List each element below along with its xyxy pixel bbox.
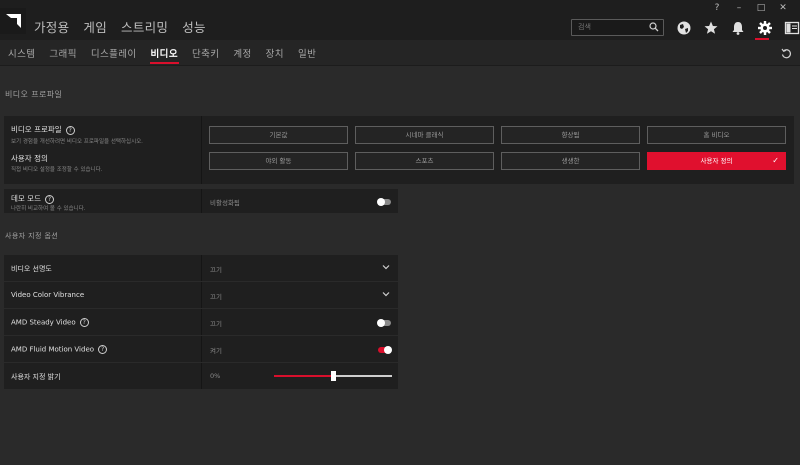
tab-video[interactable]: 비디오 — [149, 46, 180, 64]
row-divider — [201, 363, 202, 389]
gear-icon[interactable] — [757, 20, 773, 36]
search-input[interactable] — [578, 23, 648, 31]
setting-row-color-vibrance: Video Color Vibrance 끄기 — [4, 282, 398, 308]
setting-row-video-sharpness: 비디오 선명도 끄기 — [4, 255, 398, 281]
tab-display[interactable]: 디스플레이 — [91, 46, 137, 60]
row-divider — [201, 282, 202, 308]
setting-name-with-help: AMD Steady Video? — [11, 318, 89, 327]
fluid-motion-toggle[interactable] — [378, 346, 392, 354]
custom-profile-description: 직접 비디오 설정을 조정할 수 있습니다. — [11, 167, 103, 173]
demo-mode-description: 나란히 비교하여 볼 수 있습니다. — [11, 206, 86, 212]
brightness-slider[interactable] — [274, 371, 392, 381]
row-divider — [201, 255, 202, 281]
tab-account[interactable]: 계정 — [233, 46, 251, 60]
nav-streaming[interactable]: 스트리밍 — [121, 17, 168, 36]
tab-devices[interactable]: 장치 — [266, 46, 284, 60]
nav-performance[interactable]: 성능 — [182, 17, 206, 36]
setting-name-with-help: AMD Fluid Motion Video? — [11, 345, 108, 354]
setting-name: 사용자 지정 밝기 — [11, 373, 61, 381]
maximize-button[interactable]: □ — [750, 2, 772, 14]
preset-home-video-button[interactable]: 홈 비디오 — [647, 126, 786, 144]
close-button[interactable]: ✕ — [772, 2, 794, 14]
main-nav: 가정용 게임 스트리밍 성능 — [34, 17, 220, 36]
window-controls: ? – □ ✕ — [706, 2, 794, 14]
toggle-knob — [377, 319, 385, 327]
row-divider — [201, 309, 202, 335]
video-profile-panel: 비디오 프로파일? 보기 경험을 개선하려면 비디오 프로파일을 선택하십시오.… — [4, 116, 794, 184]
checkmark-icon: ✓ — [772, 156, 779, 165]
search-box[interactable] — [571, 19, 664, 36]
setting-value: 0% — [210, 372, 221, 380]
slider-fill — [274, 375, 333, 377]
custom-profile-label: 사용자 정의 — [11, 154, 48, 163]
reset-icon[interactable] — [781, 48, 792, 59]
settings-subnav: 시스템 그래픽 디스플레이 비디오 단축키 계정 장치 일반 — [0, 40, 800, 66]
help-icon[interactable]: ? — [98, 345, 108, 354]
setting-value: 켜기 — [210, 347, 222, 355]
preset-enhanced-button[interactable]: 향상됨 — [501, 126, 640, 144]
slider-handle[interactable] — [331, 371, 336, 381]
bell-icon[interactable] — [730, 20, 746, 36]
video-profile-label-text: 비디오 프로파일 — [11, 125, 62, 134]
row-divider — [201, 336, 202, 362]
globe-icon[interactable] — [676, 20, 692, 36]
top-icon-bar — [676, 20, 800, 36]
demo-mode-label: 데모 모드? — [11, 193, 54, 204]
top-bar: 가정용 게임 스트리밍 성능 ? – □ ✕ — [0, 0, 800, 40]
setting-value: 끄기 — [210, 320, 222, 328]
setting-value: 끄기 — [210, 293, 222, 301]
help-icon[interactable]: ? — [79, 318, 89, 327]
panel-divider — [201, 189, 202, 213]
demo-mode-toggle[interactable] — [377, 198, 391, 206]
steady-video-toggle[interactable] — [377, 319, 391, 327]
demo-mode-value: 비활성화됨 — [210, 199, 240, 207]
video-profile-section-title: 비디오 프로파일 — [5, 90, 63, 99]
minimize-button[interactable]: – — [728, 2, 750, 14]
tab-graphics[interactable]: 그래픽 — [49, 46, 76, 60]
help-icon[interactable]: ? — [44, 194, 54, 204]
tab-general[interactable]: 일반 — [298, 46, 316, 60]
tab-hotkeys[interactable]: 단축키 — [192, 46, 219, 60]
setting-row-fluid-motion: AMD Fluid Motion Video? 켜기 — [4, 336, 398, 362]
help-icon[interactable]: ? — [65, 125, 75, 135]
setting-name: AMD Fluid Motion Video — [11, 345, 95, 354]
custom-options-section-title: 사용자 지정 옵션 — [5, 232, 59, 240]
preset-default-button[interactable]: 기본값 — [209, 126, 348, 144]
star-icon[interactable] — [703, 20, 719, 36]
video-profile-description: 보기 경험을 개선하려면 비디오 프로파일을 선택하십시오. — [11, 139, 143, 145]
preset-custom-label: 사용자 정의 — [700, 157, 733, 165]
chevron-down-icon[interactable] — [382, 264, 390, 270]
preset-custom-button[interactable]: 사용자 정의 ✓ — [647, 152, 786, 170]
nav-gaming[interactable]: 게임 — [83, 17, 107, 36]
toggle-knob — [377, 198, 385, 206]
panel-divider — [201, 116, 202, 184]
search-icon[interactable] — [649, 22, 659, 32]
preset-sports-button[interactable]: 스포츠 — [355, 152, 494, 170]
setting-name: Video Color Vibrance — [11, 291, 85, 299]
toggle-knob — [384, 346, 392, 354]
setting-row-custom-brightness: 사용자 지정 밝기 0% — [4, 363, 398, 389]
preset-outdoor-button[interactable]: 야외 활동 — [209, 152, 348, 170]
help-window-button[interactable]: ? — [706, 2, 728, 14]
chevron-down-icon[interactable] — [382, 291, 390, 297]
preset-cinema-classic-button[interactable]: 시네마 클래식 — [355, 126, 494, 144]
demo-mode-panel: 데모 모드? 나란히 비교하여 볼 수 있습니다. 비활성화됨 — [4, 189, 398, 213]
video-profile-label: 비디오 프로파일? — [11, 124, 75, 135]
nav-home[interactable]: 가정용 — [34, 17, 69, 36]
demo-mode-label-text: 데모 모드 — [11, 194, 41, 203]
setting-value: 끄기 — [210, 266, 222, 274]
preset-vivid-button[interactable]: 생생한 — [501, 152, 640, 170]
setting-row-steady-video: AMD Steady Video? 끄기 — [4, 309, 398, 335]
setting-name: 비디오 선명도 — [11, 265, 52, 273]
tab-system[interactable]: 시스템 — [8, 46, 35, 60]
setting-name: AMD Steady Video — [11, 318, 76, 327]
amd-logo[interactable] — [0, 8, 26, 34]
amd-logo-icon — [6, 14, 21, 28]
sidebar-toggle-icon[interactable] — [784, 20, 800, 36]
